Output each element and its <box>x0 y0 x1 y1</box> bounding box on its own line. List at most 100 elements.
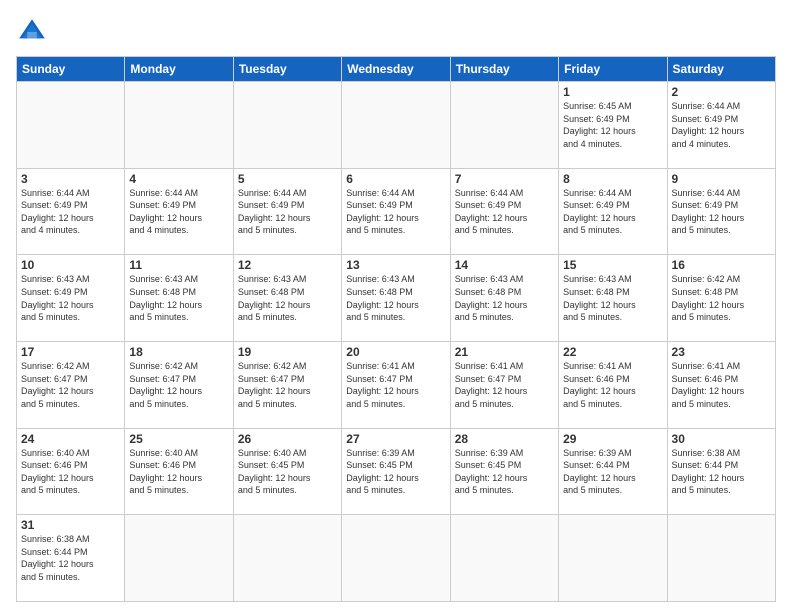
calendar-cell: 8Sunrise: 6:44 AM Sunset: 6:49 PM Daylig… <box>559 168 667 255</box>
calendar-cell: 4Sunrise: 6:44 AM Sunset: 6:49 PM Daylig… <box>125 168 233 255</box>
weekday-header-tuesday: Tuesday <box>233 57 341 82</box>
day-number: 23 <box>672 345 771 359</box>
day-info: Sunrise: 6:42 AM Sunset: 6:47 PM Dayligh… <box>129 361 202 409</box>
day-number: 20 <box>346 345 445 359</box>
day-number: 16 <box>672 258 771 272</box>
calendar-cell: 28 Sunrise: 6:39 AM Sunset: 6:45 PM Dayli… <box>450 428 558 515</box>
day-number: 19 <box>238 345 337 359</box>
day-number: 2 <box>672 85 771 99</box>
week-row-0: 1 Sunrise: 6:45 AM Sunset: 6:49 PM Daylig… <box>17 82 776 169</box>
weekday-header-thursday: Thursday <box>450 57 558 82</box>
weekday-header-saturday: Saturday <box>667 57 775 82</box>
day-number: 1 <box>563 85 662 99</box>
day-info: Sunrise: 6:44 AM Sunset: 6:49 PM Dayligh… <box>672 101 745 149</box>
calendar-cell: 19Sunrise: 6:42 AM Sunset: 6:47 PM Dayli… <box>233 341 341 428</box>
calendar-table: SundayMondayTuesdayWednesdayThursdayFrid… <box>16 56 776 602</box>
calendar-cell: 7 Sunrise: 6:44 AM Sunset: 6:49 PM Daylig… <box>450 168 558 255</box>
day-number: 8 <box>563 172 662 186</box>
day-number: 11 <box>129 258 228 272</box>
calendar-cell: 31Sunrise: 6:38 AM Sunset: 6:44 PM Dayli… <box>17 515 125 602</box>
day-info: Sunrise: 6:45 AM Sunset: 6:49 PM Dayligh… <box>563 101 636 149</box>
day-info: Sunrise: 6:41 AM Sunset: 6:47 PM Dayligh… <box>455 361 528 409</box>
logo-icon <box>16 16 48 48</box>
calendar-cell: 18 Sunrise: 6:42 AM Sunset: 6:47 PM Dayli… <box>125 341 233 428</box>
calendar-cell: 11 Sunrise: 6:43 AM Sunset: 6:48 PM Dayli… <box>125 255 233 342</box>
week-row-3: 17Sunrise: 6:42 AM Sunset: 6:47 PM Dayli… <box>17 341 776 428</box>
calendar-cell: 25Sunrise: 6:40 AM Sunset: 6:46 PM Dayli… <box>125 428 233 515</box>
day-info: Sunrise: 6:44 AM Sunset: 6:49 PM Dayligh… <box>672 188 745 236</box>
day-number: 24 <box>21 432 120 446</box>
calendar-cell: 27 Sunrise: 6:39 AM Sunset: 6:45 PM Dayli… <box>342 428 450 515</box>
calendar-cell <box>342 515 450 602</box>
calendar-cell: 24 Sunrise: 6:40 AM Sunset: 6:46 PM Dayli… <box>17 428 125 515</box>
calendar-cell <box>125 82 233 169</box>
calendar-cell: 16 Sunrise: 6:42 AM Sunset: 6:48 PM Dayli… <box>667 255 775 342</box>
calendar-cell: 2 Sunrise: 6:44 AM Sunset: 6:49 PM Daylig… <box>667 82 775 169</box>
calendar-cell: 1 Sunrise: 6:45 AM Sunset: 6:49 PM Daylig… <box>559 82 667 169</box>
day-info: Sunrise: 6:44 AM Sunset: 6:49 PM Dayligh… <box>455 188 528 236</box>
day-info: Sunrise: 6:40 AM Sunset: 6:45 PM Dayligh… <box>238 448 311 496</box>
day-info: Sunrise: 6:43 AM Sunset: 6:49 PM Dayligh… <box>21 274 94 322</box>
calendar-cell <box>450 82 558 169</box>
day-number: 13 <box>346 258 445 272</box>
day-number: 22 <box>563 345 662 359</box>
day-number: 3 <box>21 172 120 186</box>
calendar-cell: 21 Sunrise: 6:41 AM Sunset: 6:47 PM Dayli… <box>450 341 558 428</box>
calendar-cell: 26 Sunrise: 6:40 AM Sunset: 6:45 PM Dayli… <box>233 428 341 515</box>
day-info: Sunrise: 6:42 AM Sunset: 6:48 PM Dayligh… <box>672 274 745 322</box>
weekday-header-monday: Monday <box>125 57 233 82</box>
calendar-cell <box>450 515 558 602</box>
weekday-header-sunday: Sunday <box>17 57 125 82</box>
day-info: Sunrise: 6:40 AM Sunset: 6:46 PM Dayligh… <box>21 448 94 496</box>
day-info: Sunrise: 6:44 AM Sunset: 6:49 PM Dayligh… <box>238 188 311 236</box>
day-info: Sunrise: 6:41 AM Sunset: 6:46 PM Dayligh… <box>563 361 636 409</box>
weekday-header-row: SundayMondayTuesdayWednesdayThursdayFrid… <box>17 57 776 82</box>
day-info: Sunrise: 6:43 AM Sunset: 6:48 PM Dayligh… <box>129 274 202 322</box>
day-number: 29 <box>563 432 662 446</box>
calendar-cell: 22 Sunrise: 6:41 AM Sunset: 6:46 PM Dayli… <box>559 341 667 428</box>
week-row-2: 10 Sunrise: 6:43 AM Sunset: 6:49 PM Dayli… <box>17 255 776 342</box>
calendar-cell <box>125 515 233 602</box>
logo <box>16 16 52 48</box>
day-number: 9 <box>672 172 771 186</box>
calendar-cell: 6 Sunrise: 6:44 AM Sunset: 6:49 PM Daylig… <box>342 168 450 255</box>
day-info: Sunrise: 6:39 AM Sunset: 6:45 PM Dayligh… <box>346 448 419 496</box>
calendar-cell: 17Sunrise: 6:42 AM Sunset: 6:47 PM Dayli… <box>17 341 125 428</box>
day-number: 26 <box>238 432 337 446</box>
day-number: 4 <box>129 172 228 186</box>
day-number: 27 <box>346 432 445 446</box>
calendar-cell: 10 Sunrise: 6:43 AM Sunset: 6:49 PM Dayli… <box>17 255 125 342</box>
calendar-cell <box>667 515 775 602</box>
day-number: 28 <box>455 432 554 446</box>
day-number: 6 <box>346 172 445 186</box>
day-number: 5 <box>238 172 337 186</box>
calendar-cell: 14Sunrise: 6:43 AM Sunset: 6:48 PM Dayli… <box>450 255 558 342</box>
day-number: 10 <box>21 258 120 272</box>
calendar-cell: 3Sunrise: 6:44 AM Sunset: 6:49 PM Daylig… <box>17 168 125 255</box>
header <box>16 16 776 48</box>
calendar-cell: 29Sunrise: 6:39 AM Sunset: 6:44 PM Dayli… <box>559 428 667 515</box>
day-info: Sunrise: 6:43 AM Sunset: 6:48 PM Dayligh… <box>238 274 311 322</box>
day-number: 31 <box>21 518 120 532</box>
day-info: Sunrise: 6:44 AM Sunset: 6:49 PM Dayligh… <box>346 188 419 236</box>
day-number: 12 <box>238 258 337 272</box>
week-row-1: 3 Sunrise: 6:44 AM Sunset: 6:49 PM Daylig… <box>17 168 776 255</box>
day-number: 7 <box>455 172 554 186</box>
calendar-cell <box>233 82 341 169</box>
day-info: Sunrise: 6:41 AM Sunset: 6:47 PM Dayligh… <box>346 361 419 409</box>
calendar-cell: 5 Sunrise: 6:44 AM Sunset: 6:49 PM Daylig… <box>233 168 341 255</box>
calendar-cell <box>233 515 341 602</box>
calendar-cell: 9 Sunrise: 6:44 AM Sunset: 6:49 PM Daylig… <box>667 168 775 255</box>
weekday-header-friday: Friday <box>559 57 667 82</box>
calendar-cell <box>17 82 125 169</box>
week-row-4: 24 Sunrise: 6:40 AM Sunset: 6:46 PM Dayli… <box>17 428 776 515</box>
calendar-cell: 12 Sunrise: 6:43 AM Sunset: 6:48 PM Dayli… <box>233 255 341 342</box>
day-info: Sunrise: 6:38 AM Sunset: 6:44 PM Dayligh… <box>672 448 745 496</box>
day-number: 21 <box>455 345 554 359</box>
day-info: Sunrise: 6:39 AM Sunset: 6:45 PM Dayligh… <box>455 448 528 496</box>
day-number: 18 <box>129 345 228 359</box>
calendar-page: SundayMondayTuesdayWednesdayThursdayFrid… <box>0 0 792 612</box>
calendar-cell <box>559 515 667 602</box>
calendar-cell <box>342 82 450 169</box>
day-number: 25 <box>129 432 228 446</box>
